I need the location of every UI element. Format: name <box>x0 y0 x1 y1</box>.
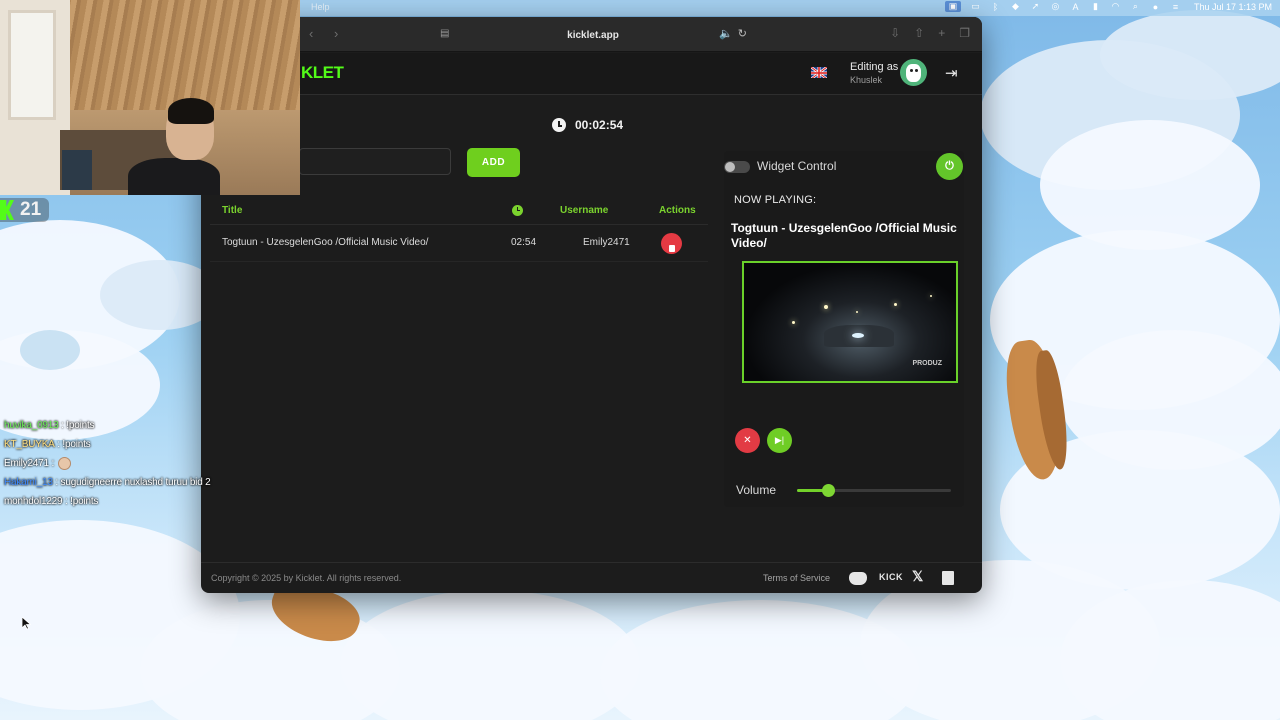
volume-label: Volume <box>736 483 777 497</box>
chat-message: sugudigneerre nuxlashd turuu bid 2 <box>60 477 211 488</box>
chat-username: monhdol1229 <box>4 496 63 507</box>
wifi-icon[interactable]: ◠ <box>1110 1 1121 12</box>
avatar[interactable] <box>900 59 927 86</box>
chat-username: Emily2471 <box>4 458 49 469</box>
terms-link[interactable]: Terms of Service <box>763 573 830 583</box>
video-player[interactable]: PRODUZ <box>742 261 958 383</box>
kick-link[interactable]: KICK <box>879 572 903 582</box>
chat-line: huvika_0913 : !points <box>4 416 211 435</box>
volume-slider[interactable] <box>797 484 951 497</box>
chat-line: monhdol1229 : !points <box>4 492 211 511</box>
queue-timer: 00:02:54 <box>552 118 623 132</box>
kick-status-icon[interactable]: ◆ <box>1010 1 1021 12</box>
stop-button[interactable]: ✕ <box>735 428 760 453</box>
player-panel: Widget Control ⏻ NOW PLAYING: Togtuun - … <box>724 151 964 507</box>
chat-message: !points <box>62 439 91 450</box>
follower-count: 21 <box>20 199 42 220</box>
menubar-status-items: ▣ ▭ ᛒ ◆ ➚ ◎ A ▮ ◠ ⌕ ● ≡ Thu Jul 17 1:13 … <box>944 1 1272 12</box>
volume-thumb[interactable] <box>821 484 835 497</box>
site-settings-icon[interactable]: ▤ <box>440 28 449 39</box>
row-username: Emily2471 <box>583 237 630 248</box>
chat-overlay: huvika_0913 : !points KT_BUYKA : !points… <box>4 416 211 511</box>
chat-line: Emily2471 : <box>4 454 211 473</box>
webcam-overlay <box>0 0 300 195</box>
browser-window: ‹ › ▤ kicklet.app 🔈 ↻ ⇩ ⇧ + ❐ KLET Editi… <box>201 17 982 593</box>
add-button[interactable]: ADD <box>467 148 520 177</box>
song-request-input[interactable] <box>299 148 451 175</box>
menubar-clock[interactable]: Thu Jul 17 1:13 PM <box>1194 2 1272 12</box>
browser-toolbar: ‹ › ▤ kicklet.app 🔈 ↻ ⇩ ⇧ + ❐ <box>201 17 982 52</box>
table-row: Togtuun - UzesgelenGoo /Official Music V… <box>210 225 708 262</box>
copyright-text: Copyright © 2025 by Kicklet. All rights … <box>211 573 402 583</box>
editing-username: Khuslek <box>850 75 883 85</box>
delete-song-button[interactable] <box>661 233 682 254</box>
skip-button[interactable]: ▶| <box>767 428 792 453</box>
queue-table-header: Title Username Actions <box>210 197 708 225</box>
chat-username: Hakami_13 <box>4 477 53 488</box>
total-duration: 00:02:54 <box>575 118 624 132</box>
clock-icon <box>552 118 566 132</box>
row-duration: 02:54 <box>511 237 537 248</box>
control-center-icon[interactable]: ≡ <box>1170 1 1181 12</box>
chat-username: KT_BUYKA <box>4 439 55 450</box>
discord-icon[interactable] <box>849 572 867 585</box>
x-icon[interactable]: 𝕏 <box>912 568 923 585</box>
uk-flag-icon[interactable] <box>811 66 827 78</box>
chat-message: !points <box>70 496 99 507</box>
search-icon[interactable]: ⌕ <box>1130 1 1141 12</box>
text-input-icon[interactable]: A <box>1070 1 1081 12</box>
chat-line: KT_BUYKA : !points <box>4 435 211 454</box>
speaker-icon[interactable]: 🔈 <box>719 27 733 40</box>
screen-record-icon[interactable]: ▣ <box>944 1 961 12</box>
now-playing-label: NOW PLAYING: <box>734 194 817 206</box>
editing-as-info: Editing as Khuslek <box>850 61 898 85</box>
bluetooth-icon[interactable]: ᛒ <box>990 1 1001 12</box>
logout-icon[interactable]: ⇥ <box>945 64 958 82</box>
rocket-icon[interactable]: ➚ <box>1030 1 1041 12</box>
chat-line: Hakami_13 : sugudigneerre nuxlashd turuu… <box>4 473 211 492</box>
tabs-overview-icon[interactable]: ❐ <box>959 26 970 40</box>
power-button[interactable]: ⏻ <box>936 153 963 180</box>
queue-table: Title Username Actions Togtuun - Uzesgel… <box>210 197 708 262</box>
kick-logo-icon <box>0 200 14 220</box>
video-watermark: PRODUZ <box>912 360 942 367</box>
settings-circle-icon[interactable]: ◎ <box>1050 1 1061 12</box>
editing-as-label: Editing as <box>850 61 899 73</box>
address-bar[interactable]: ▤ kicklet.app 🔈 ↻ <box>435 24 751 46</box>
mouse-cursor-icon <box>22 617 31 630</box>
browser-toolbar-actions: ⇩ ⇧ + ❐ <box>890 26 970 40</box>
chat-message: !points <box>66 420 95 431</box>
duration-clock-icon <box>512 205 523 216</box>
app-header: KLET Editing as Khuslek ⇥ <box>201 53 982 95</box>
emote-icon <box>58 457 72 470</box>
now-playing-title: Togtuun - UzesgelenGoo /Official Music V… <box>731 221 957 250</box>
user-icon[interactable]: ● <box>1150 1 1161 12</box>
url-text: kicklet.app <box>567 29 619 41</box>
page-footer: Copyright © 2025 by Kicklet. All rights … <box>201 562 982 593</box>
document-icon[interactable] <box>942 571 954 585</box>
column-actions: Actions <box>659 205 696 216</box>
column-title: Title <box>222 205 243 216</box>
column-username: Username <box>560 205 609 216</box>
widget-control-toggle[interactable] <box>724 161 750 173</box>
battery-icon[interactable]: ▮ <box>1090 1 1101 12</box>
trash-icon <box>668 245 675 252</box>
reload-icon[interactable]: ↻ <box>738 27 747 40</box>
kicklet-logo[interactable]: KLET <box>301 63 344 83</box>
follower-count-widget: 21 <box>0 198 50 222</box>
menu-help[interactable]: Help <box>311 2 330 12</box>
back-arrow-icon[interactable]: ‹ <box>309 26 313 41</box>
share-icon[interactable]: ⇧ <box>914 26 924 40</box>
widget-control-label: Widget Control <box>757 159 837 173</box>
new-tab-icon[interactable]: + <box>938 26 945 40</box>
forward-arrow-icon[interactable]: › <box>334 26 338 41</box>
row-title: Togtuun - UzesgelenGoo /Official Music V… <box>222 237 429 248</box>
display-icon[interactable]: ▭ <box>970 1 981 12</box>
download-icon[interactable]: ⇩ <box>890 26 900 40</box>
chat-username: huvika_0913 <box>4 420 59 431</box>
